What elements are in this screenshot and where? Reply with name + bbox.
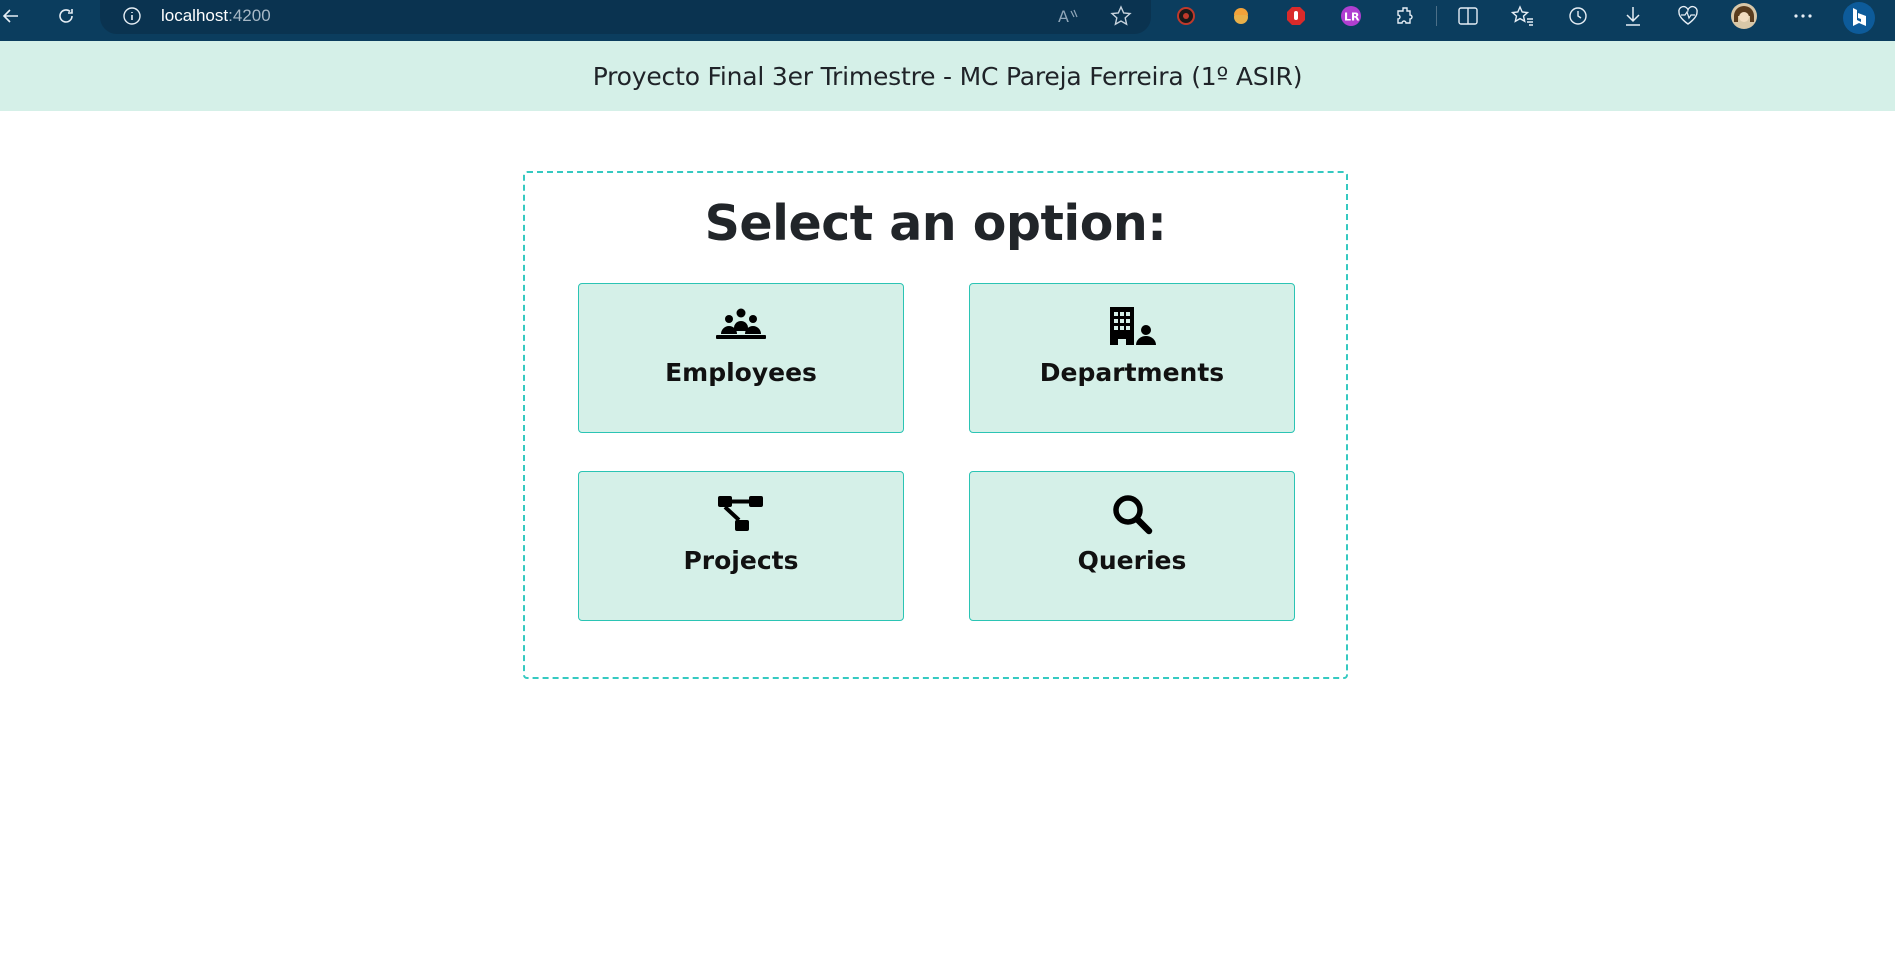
svg-text:LR: LR (1344, 11, 1360, 24)
back-icon[interactable] (0, 0, 22, 32)
departments-button[interactable]: Departments (969, 283, 1295, 433)
more-icon[interactable] (1789, 0, 1817, 32)
svg-text:A: A (1058, 7, 1069, 25)
favorite-star-icon[interactable] (1107, 0, 1135, 32)
app-title: Proyecto Final 3er Trimestre - MC Pareja… (592, 61, 1303, 91)
people-meeting-icon (715, 306, 767, 346)
app-header: Proyecto Final 3er Trimestre - MC Pareja… (0, 41, 1895, 111)
extensions-icon[interactable] (1392, 0, 1420, 32)
projects-label: Projects (683, 546, 799, 575)
options-card: Select an option: Employees Departments … (523, 171, 1348, 679)
browser-essentials-icon[interactable] (1674, 0, 1702, 32)
copilot-icon[interactable] (1841, 0, 1877, 36)
magnifying-glass-icon (1111, 494, 1153, 535)
url-port: :4200 (228, 6, 271, 25)
departments-label: Departments (1039, 358, 1225, 387)
reload-icon[interactable] (52, 0, 80, 32)
downloads-icon[interactable] (1619, 0, 1647, 32)
browser-toolbar: A localhost:4200 LR (0, 0, 1895, 41)
employees-button[interactable]: Employees (578, 283, 904, 433)
building-user-icon (1106, 306, 1158, 346)
toolbar-separator (1436, 6, 1437, 26)
site-info-icon[interactable] (120, 0, 144, 32)
queries-label: Queries (1077, 546, 1187, 575)
extension-adblock-icon[interactable] (1172, 0, 1200, 32)
page-title: Select an option: (704, 195, 1167, 252)
history-icon[interactable] (1564, 0, 1592, 32)
queries-button[interactable]: Queries (969, 471, 1295, 621)
favorites-icon[interactable] (1509, 0, 1537, 32)
read-aloud-icon[interactable]: A (1055, 0, 1083, 32)
projects-button[interactable]: Projects (578, 471, 904, 621)
diagram-project-icon (717, 494, 765, 534)
employees-label: Employees (665, 358, 817, 387)
split-screen-icon[interactable] (1454, 0, 1482, 32)
extension-worker-icon[interactable] (1227, 0, 1255, 32)
url-text: localhost:4200 (161, 6, 271, 26)
profile-avatar[interactable] (1728, 0, 1760, 32)
extension-lr-icon[interactable]: LR (1337, 0, 1365, 32)
extension-stop-icon[interactable] (1282, 0, 1310, 32)
url-host: localhost (161, 6, 229, 25)
